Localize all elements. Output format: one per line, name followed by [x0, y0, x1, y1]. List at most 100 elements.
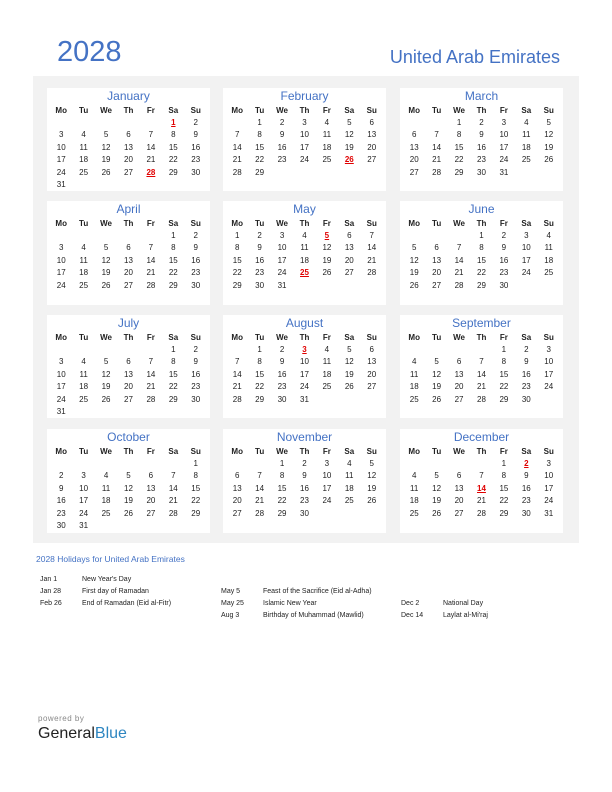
date-cell: 6: [347, 231, 352, 240]
date-cell: 8: [171, 243, 176, 253]
empty-cell: [140, 520, 162, 532]
empty-cell: [361, 508, 383, 520]
date-cell: 25: [79, 280, 89, 290]
date-cell: 8: [501, 471, 507, 481]
holiday-name: Feast of the Sacrifice (Eid al-Adha): [263, 588, 372, 595]
empty-cell: [50, 117, 72, 129]
date-cell: 7: [479, 471, 484, 481]
weekday-label: Tu: [432, 106, 442, 115]
date-cell: 15: [191, 483, 201, 493]
week-row: 5 6 7 8 9 10 11: [400, 242, 563, 254]
date-cell: 31: [56, 406, 66, 416]
empty-cell: [515, 280, 537, 292]
weekday-label: Sa: [168, 333, 179, 342]
date-cell: 7: [148, 243, 154, 253]
date-cell: 6: [411, 130, 417, 140]
weekday-label: Sa: [344, 106, 355, 115]
date-cell: 23: [477, 155, 486, 165]
date-cell: 27: [232, 508, 242, 518]
weekday-header-row: Mo Tu We Th Fr Sa Su: [223, 445, 386, 458]
date-cell: 23: [300, 496, 309, 506]
weekday-label: Tu: [255, 219, 265, 228]
date-cell: 14: [146, 142, 156, 152]
date-cell: 15: [255, 369, 265, 379]
date-cell: 18: [79, 382, 89, 392]
weekday-header-row: Mo Tu We Th Fr Sa Su: [400, 104, 563, 117]
date-cell: 9: [193, 357, 198, 367]
month-august: August Mo Tu We Th Fr Sa Su 1 2 3 4 5 6 7 8 9 10 11 12 13 14 1…: [223, 315, 386, 418]
date-cell: 21: [168, 496, 178, 506]
weekday-label: We: [100, 333, 112, 342]
date-cell: 4: [324, 345, 330, 354]
date-cell: 16: [191, 369, 201, 379]
date-cell: 26: [101, 280, 111, 290]
week-row: 27 28 29 30: [223, 508, 386, 520]
weekday-label: Tu: [79, 447, 89, 456]
weekday-label: Sa: [168, 106, 179, 115]
date-cell: 21: [146, 382, 156, 392]
date-cell: 29: [168, 394, 178, 404]
empty-cell: [140, 344, 162, 356]
week-row: 8 9 10 11 12 13 14: [223, 242, 386, 254]
date-cell: 28: [454, 280, 464, 290]
weekday-label: Sa: [521, 447, 532, 456]
date-cell: 1: [193, 459, 198, 468]
empty-cell: [470, 458, 492, 470]
weekday-label: Fr: [146, 106, 155, 115]
date-cell: 5: [103, 357, 109, 367]
date-cell: 11: [410, 369, 419, 379]
date-cell: 30: [521, 394, 531, 404]
weekday-label: Fr: [499, 333, 508, 342]
weekday-header-row: Mo Tu We Th Fr Sa Su: [400, 445, 563, 458]
weekday-label: Mo: [231, 219, 243, 228]
date-cell: 8: [501, 357, 507, 367]
date-cell: 21: [232, 155, 242, 165]
date-cell: 4: [411, 471, 417, 481]
date-cell: 31: [544, 508, 554, 518]
date-cell: 13: [367, 130, 377, 140]
empty-cell: [95, 406, 117, 418]
date-cell: 17: [79, 496, 89, 506]
date-cell: 15: [499, 483, 509, 493]
holiday-date-cell: 2: [524, 459, 529, 468]
date-cell: 17: [277, 255, 287, 265]
date-cell: 28: [432, 167, 442, 177]
holiday-date: Dec 2: [401, 600, 420, 607]
week-row: 1 2 3: [400, 344, 563, 356]
holiday-date: Dec 14: [401, 612, 424, 619]
date-cell: 30: [477, 167, 486, 177]
weekday-label: We: [100, 447, 112, 456]
date-cell: 15: [168, 255, 178, 265]
empty-cell: [185, 520, 207, 532]
holiday-name: Birthday of Muhammad (Mawlid): [263, 612, 364, 619]
date-cell: 11: [544, 243, 553, 253]
date-cell: 18: [79, 268, 89, 278]
date-cell: 14: [146, 255, 156, 265]
month-june: June Mo Tu We Th Fr Sa Su 1 2 3 4 5 6 7 8 9 10 11 12 13 14 15 1…: [400, 201, 563, 305]
date-cell: 11: [410, 483, 419, 493]
weekday-label: Su: [366, 219, 377, 228]
date-cell: 21: [146, 268, 156, 278]
date-cell: 24: [521, 268, 531, 278]
week-row: 4 5 6 7 8 9 10: [400, 470, 563, 482]
date-cell: 5: [103, 130, 109, 140]
date-cell: 17: [56, 155, 66, 165]
weekday-label: We: [276, 106, 288, 115]
date-cell: 20: [367, 142, 377, 152]
date-cell: 21: [232, 382, 242, 392]
date-cell: 2: [279, 345, 285, 354]
date-cell: 16: [56, 496, 66, 506]
date-cell: 22: [168, 268, 178, 278]
date-cell: 24: [300, 382, 309, 392]
date-cell: 5: [369, 459, 374, 468]
holiday-date: Aug 3: [221, 612, 240, 619]
weekday-label: Fr: [146, 447, 155, 456]
date-cell: 3: [501, 118, 507, 127]
holiday-date: Jan 1: [40, 576, 58, 583]
date-cell: 4: [546, 231, 551, 240]
empty-cell: [538, 394, 560, 406]
date-cell: 9: [257, 243, 262, 253]
date-cell: 2: [193, 118, 198, 127]
date-cell: 14: [146, 369, 156, 379]
empty-cell: [316, 167, 338, 179]
